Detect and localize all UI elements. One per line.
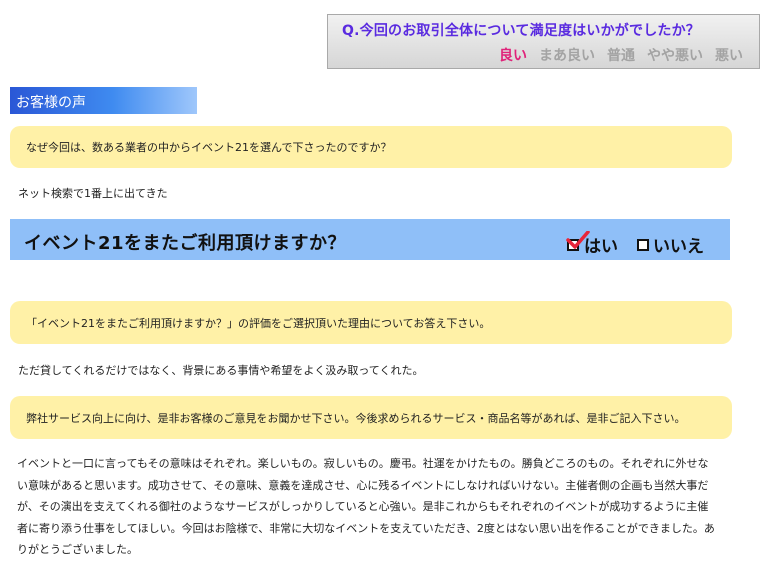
question-box-2: 「イベント21をまたご利用頂けますか？」の評価をご選択頂いた理由についてお答え下… bbox=[10, 301, 732, 344]
satisfaction-survey-box: Q.今回のお取引全体について満足度はいかがでしたか？ 良い まあ良い 普通 やや… bbox=[327, 14, 760, 69]
yes-checkbox[interactable] bbox=[566, 230, 590, 251]
reuse-question-bar: イベント21をまたご利用頂けますか？ はい いいえ bbox=[10, 219, 730, 260]
reuse-choice-yes[interactable]: はい bbox=[566, 230, 618, 257]
reuse-choice-no[interactable]: いいえ bbox=[637, 232, 704, 257]
question-1-text: なぜ今回は、数ある業者の中からイベント21を選んで下さったのですか？ bbox=[26, 141, 392, 154]
customer-voice-header: お客様の声 bbox=[10, 87, 197, 114]
answer-1-text: ネット検索で1番上に出てきた bbox=[18, 187, 168, 200]
question-box-3: 弊社サービス向上に向け、是非お客様のご意見をお聞かせ下さい。今後求められるサービ… bbox=[10, 396, 732, 439]
check-icon bbox=[566, 230, 590, 249]
answer-3-text: イベントと一口に言ってもその意味はそれぞれ。楽しいもの。寂しいもの。慶弔。社運を… bbox=[17, 457, 715, 556]
no-checkbox[interactable] bbox=[637, 238, 649, 251]
customer-voice-title: お客様の声 bbox=[16, 95, 86, 111]
satisfaction-question: Q.今回のお取引全体について満足度はいかがでしたか？ bbox=[342, 23, 700, 39]
question-3-text: 弊社サービス向上に向け、是非お客様のご意見をお聞かせ下さい。今後求められるサービ… bbox=[26, 411, 686, 425]
rating-somewhat-bad: やや悪い bbox=[647, 48, 703, 64]
question-box-1: なぜ今回は、数ある業者の中からイベント21を選んで下さったのですか？ bbox=[10, 126, 732, 168]
reuse-question-title: イベント21をまたご利用頂けますか？ bbox=[24, 233, 347, 254]
question-2-text: 「イベント21をまたご利用頂けますか？」の評価をご選択頂いた理由についてお答え下… bbox=[26, 316, 491, 330]
rating-average: 普通 bbox=[607, 48, 635, 64]
rating-fairly-good: まあ良い bbox=[539, 48, 595, 64]
rating-good: 良い bbox=[499, 48, 527, 64]
answer-2-text: ただ貸してくれるだけではなく、背景にある事情や希望をよく汲み取ってくれた。 bbox=[18, 364, 424, 377]
rating-bad: 悪い bbox=[715, 48, 743, 64]
satisfaction-ratings: 良い まあ良い 普通 やや悪い 悪い bbox=[499, 45, 743, 65]
no-label: いいえ bbox=[653, 237, 704, 257]
